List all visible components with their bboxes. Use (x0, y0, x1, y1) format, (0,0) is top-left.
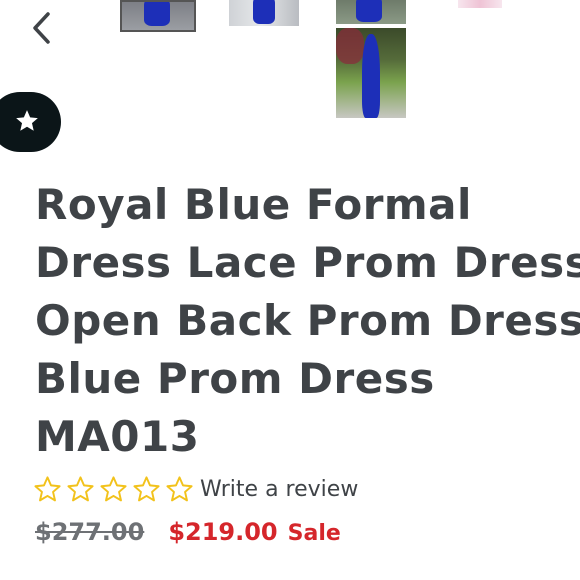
write-review-link[interactable]: Write a review (200, 477, 358, 502)
favorites-badge[interactable] (0, 92, 61, 152)
rating-stars (33, 475, 194, 504)
product-thumbnail[interactable] (120, 0, 196, 32)
star-icon (16, 110, 38, 131)
product-thumbnail[interactable] (336, 0, 406, 24)
star-outline-icon[interactable] (99, 475, 128, 504)
price-row: $277.00 $219.00 Sale (35, 518, 341, 546)
star-outline-icon[interactable] (165, 475, 194, 504)
rating-row: Write a review (33, 474, 358, 504)
product-thumbnail-gallery (0, 0, 580, 125)
product-thumbnail[interactable] (336, 28, 406, 118)
original-price: $277.00 (35, 518, 145, 546)
product-thumbnail[interactable] (229, 0, 299, 26)
sale-price: $219.00 (168, 518, 278, 546)
sale-label: Sale (287, 521, 341, 546)
star-outline-icon[interactable] (66, 475, 95, 504)
star-outline-icon[interactable] (132, 475, 161, 504)
star-outline-icon[interactable] (33, 475, 62, 504)
product-title: Royal Blue Formal Dress Lace Prom Dress … (35, 180, 580, 461)
product-thumbnail[interactable] (458, 0, 502, 8)
